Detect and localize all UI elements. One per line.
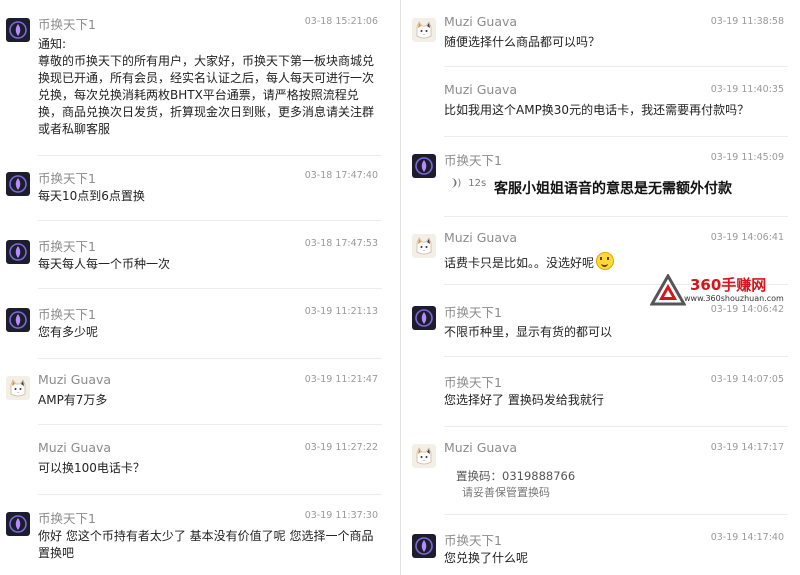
message-text: 话费卡只是比如。。没选好呢 [444, 256, 595, 270]
message-time: 03-19 11:45:09 [710, 152, 784, 163]
message-text: 可以换100电话卡？ [38, 461, 145, 475]
sender-name: 币换天下1 [444, 305, 502, 320]
sender-name: Muzi Guava [38, 440, 112, 455]
message-time: 03-19 14:17:17 [710, 442, 784, 453]
message-time: 03-18 15:21:06 [304, 16, 378, 27]
chat-message: Muzi Guava 03-19 11:27:22 可以换100电话卡？ [0, 440, 394, 495]
message-text: 每天每人每一个币种一次 [38, 257, 171, 271]
sender-name: 币换天下1 [444, 533, 502, 548]
message-separator [444, 216, 788, 217]
message-text: 通知: 尊敬的币换天下的所有用户，大家好，币换天下第一板块商城兑换现已开通，所有… [38, 37, 375, 136]
message-time: 03-19 11:40:35 [710, 84, 784, 95]
message-separator [444, 356, 788, 357]
message-text: 您有多少呢 [38, 325, 99, 339]
message-text: 不限币种里，显示有货的都可以 [444, 325, 613, 339]
sender-name: Muzi Guava [444, 230, 518, 245]
message-separator [444, 66, 788, 67]
sender-name: 币换天下1 [38, 17, 96, 32]
message-separator [38, 358, 382, 359]
message-time: 03-19 14:17:40 [710, 532, 784, 543]
message-time: 03-19 14:07:05 [710, 374, 784, 385]
watermark-logo-icon [650, 274, 686, 306]
voice-duration: 12s [468, 178, 487, 189]
column-divider [400, 0, 401, 575]
exchange-code-note: 请妥善保管置换码 [462, 486, 550, 499]
message-text: 您兑换了什么呢 [444, 551, 529, 565]
message-text-row: 话费卡只是比如。。没选好呢 [444, 252, 788, 272]
sender-name: 币换天下1 [444, 153, 502, 168]
message-separator [444, 514, 788, 515]
message-separator [444, 136, 788, 137]
cat-avatar-icon[interactable] [6, 376, 30, 400]
message-text: 比如我用这个AMP换30元的电话卡，我还需要再付款吗？ [444, 103, 750, 117]
voice-annotation: 客服小姐姐语音的意思是无需额外付款 [494, 181, 732, 197]
cat-avatar-icon[interactable] [412, 234, 436, 258]
bot-avatar-icon[interactable] [412, 306, 436, 330]
message-separator [444, 426, 788, 427]
voice-message[interactable]: ❩) 12s [450, 178, 486, 189]
chat-message: Muzi Guava 03-19 11:21:47 AMP有7万多 [0, 372, 394, 425]
chat-message: 币换天下1 03-18 15:21:06 通知: 尊敬的币换天下的所有用户，大家… [0, 14, 394, 156]
exchange-code: 置换码：0319888766 [456, 469, 576, 483]
message-time: 03-19 11:27:22 [304, 442, 378, 453]
bot-avatar-icon[interactable] [6, 172, 30, 196]
chat-message: 币换天下1 03-19 11:21:13 您有多少呢 [0, 304, 394, 359]
message-time: 03-18 17:47:53 [304, 238, 378, 249]
sender-name: Muzi Guava [444, 82, 518, 97]
bot-avatar-icon[interactable] [6, 308, 30, 332]
bot-avatar-icon[interactable] [6, 512, 30, 536]
sender-name: 币换天下1 [38, 239, 96, 254]
cat-avatar-icon[interactable] [412, 444, 436, 468]
chat-message: Muzi Guava 03-19 11:40:35 比如我用这个AMP换30元的… [406, 82, 800, 137]
message-separator [38, 220, 382, 221]
message-time: 03-19 11:21:47 [304, 374, 378, 385]
message-time: 03-19 11:21:13 [304, 306, 378, 317]
chat-message: 币换天下1 03-19 14:17:40 您兑换了什么呢 [406, 530, 800, 570]
message-separator [38, 155, 382, 156]
smile-emoji-icon [596, 252, 615, 270]
site-watermark: 360手赚网 www.360shouzhuan.com [650, 272, 800, 312]
chat-message: 币换天下1 03-19 14:07:05 您选择好了 置换码发给我就行 [406, 372, 800, 427]
chat-message: 币换天下1 03-19 11:45:09 ❩) 12s 客服小姐姐语音的意思是无需… [406, 150, 800, 217]
chat-message: Muzi Guava 03-19 11:38:58 随便选择什么商品都可以吗？ [406, 14, 800, 67]
watermark-title: 360手赚网 [690, 276, 767, 294]
cat-avatar-icon[interactable] [412, 18, 436, 42]
sender-name: 币换天下1 [38, 511, 96, 526]
bot-avatar-icon[interactable] [412, 154, 436, 178]
message-separator [38, 424, 382, 425]
bot-avatar-icon[interactable] [412, 534, 436, 558]
sender-name: 币换天下1 [38, 307, 96, 322]
message-time: 03-18 17:47:40 [304, 170, 378, 181]
watermark-url: www.360shouzhuan.com [684, 294, 784, 303]
message-separator [38, 288, 382, 289]
message-time: 03-19 14:06:41 [710, 232, 784, 243]
message-text: 您选择好了 置换码发给我就行 [444, 393, 604, 407]
sender-name: 币换天下1 [38, 171, 96, 186]
chat-column-left: 币换天下1 03-18 15:21:06 通知: 尊敬的币换天下的所有用户，大家… [0, 0, 394, 575]
message-text: 每天10点到6点置换 [38, 189, 145, 203]
bot-avatar-icon[interactable] [6, 240, 30, 264]
chat-message: 币换天下1 03-18 17:47:40 每天10点到6点置换 [0, 168, 394, 221]
chat-message: 币换天下1 03-19 11:37:30 你好 您这个币持有者太少了 基本没有价… [0, 508, 394, 568]
message-separator [38, 494, 382, 495]
message-time: 03-19 11:38:58 [710, 16, 784, 27]
message-time: 03-19 11:37:30 [304, 510, 378, 521]
voice-wave-icon: ❩) [450, 178, 461, 189]
chat-message: Muzi Guava 03-19 14:17:17 置换码：0319888766… [406, 440, 800, 515]
sender-name: 币换天下1 [444, 375, 502, 390]
sender-name: Muzi Guava [444, 440, 518, 455]
message-text: 随便选择什么商品都可以吗？ [444, 35, 601, 49]
chat-message: 币换天下1 03-18 17:47:53 每天每人每一个币种一次 [0, 236, 394, 289]
message-text: AMP有7万多 [38, 393, 108, 407]
sender-name: Muzi Guava [38, 372, 112, 387]
message-text: 你好 您这个币持有者太少了 基本没有价值了呢 您选择一个商品置换吧 [38, 529, 374, 560]
bot-avatar-icon[interactable] [6, 18, 30, 42]
sender-name: Muzi Guava [444, 14, 518, 29]
